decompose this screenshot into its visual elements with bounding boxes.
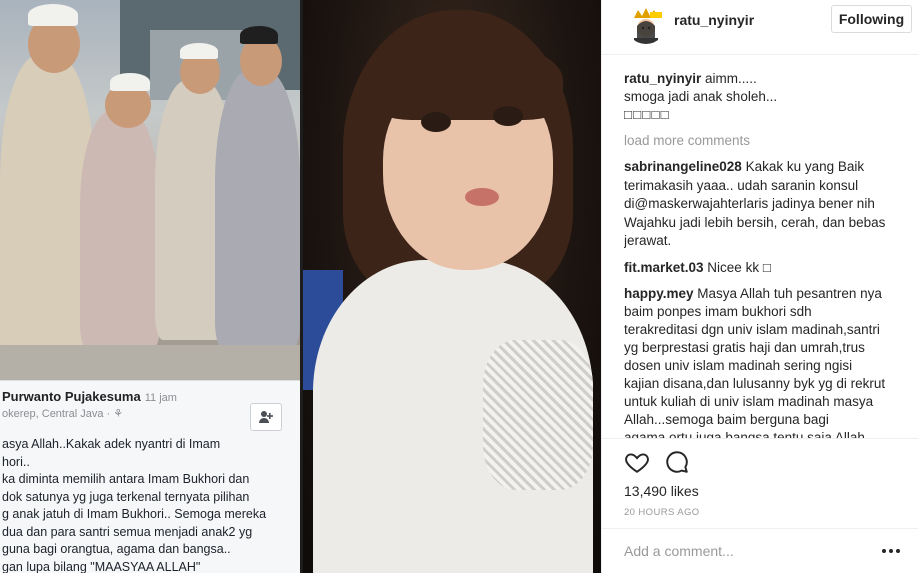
caption-username[interactable]: ratu_nyinyir	[624, 71, 701, 86]
load-more-comments-link[interactable]: load more comments	[624, 132, 912, 150]
comment-text: terakreditasi dgn univ islam madinah,san…	[624, 321, 880, 337]
post-sidebar: ratu_nyinyir Following ratu_nyinyir aimm…	[601, 0, 918, 573]
caption-text: smoga jadi anak sholeh...	[624, 89, 778, 104]
embedded-post-text-line: dua dan para santri semua menjadi anak2 …	[2, 524, 253, 539]
comment-item: fit.market.03 Nicee kk □	[624, 259, 912, 277]
comment-text: di@maskerwajahterlaris jadinya bener nih	[624, 196, 875, 212]
comment-text: jerawat.	[624, 233, 672, 249]
embedded-post-text-line: g anak jatuh di Imam Bukhori.. Semoga me…	[2, 507, 267, 521]
add-comment-input[interactable]	[624, 543, 864, 559]
profile-avatar-icon[interactable]	[626, 4, 666, 44]
embedded-facebook-post: Purwanto Pujakesuma 11 jam okerep, Centra…	[0, 0, 300, 573]
add-friend-icon	[250, 403, 282, 431]
caption-text: aimm.....	[701, 71, 757, 86]
embedded-post-text-line: dok satunya yg juga terkenal ternyata pi…	[2, 489, 250, 504]
more-options-icon[interactable]	[878, 539, 904, 563]
comment-item: happy.mey Masya Allah tuh pesantren nya …	[624, 285, 912, 438]
post-caption: ratu_nyinyir aimm..... smoga jadi anak s…	[624, 70, 912, 124]
comment-text: baim ponpes imam bukhori sdh	[624, 303, 812, 319]
caption-emoji: □□□□□	[624, 107, 670, 122]
comment-text: kajian disana,dan lulusanny byk yg di re…	[624, 375, 886, 391]
comments-section: ratu_nyinyir aimm..... smoga jadi anak s…	[624, 70, 912, 438]
comment-icon[interactable]	[664, 449, 690, 475]
comment-text: untuk kuliah di univ islam madinah masya	[624, 393, 874, 409]
post-username[interactable]: ratu_nyinyir	[674, 12, 754, 28]
comment-text: yg berprestasi gratis haji dan umrah,tru…	[624, 339, 865, 355]
embedded-post-text: asya Allah..Kakak adek nyantri di Imam h…	[0, 436, 300, 573]
comment-text: Kakak ku yang Baik	[741, 159, 865, 174]
comment-item: sabrinangeline028 Kakak ku yang Baik ter…	[624, 158, 912, 251]
comment-text: agama,ortu,juga bangsa tentu saja Allah	[624, 429, 865, 438]
comment-text: Masya Allah tuh pesantren nya	[693, 285, 882, 301]
comment-username[interactable]: happy.mey	[624, 286, 694, 301]
post-actions: 13,490 likes 20 HOURS AGO	[602, 438, 918, 528]
group-photo	[0, 0, 300, 380]
comment-text: Allah...semoga baim berguna bagi	[624, 411, 829, 427]
comment-text: Wajahku jadi lebih bersih, cerah, dan be…	[624, 214, 886, 230]
embedded-post-time: 11 jam	[144, 392, 177, 404]
likes-count[interactable]: 13,490 likes	[624, 483, 699, 499]
comment-username[interactable]: sabrinangeline028	[624, 159, 742, 174]
heart-icon[interactable]	[624, 449, 650, 475]
following-button[interactable]: Following	[831, 5, 912, 33]
embedded-post-text-line: ka diminta memilih antara Imam Bukhori d…	[2, 472, 250, 486]
embedded-post-author: Purwanto Pujakesuma 11 jam	[2, 389, 177, 404]
embedded-post-text-line: gan lupa bilang "MAASYAA ALLAH"	[2, 559, 201, 573]
embedded-post-author-name: Purwanto Pujakesuma	[2, 389, 141, 404]
embedded-post-location: okerep, Central Java · ⚘	[2, 408, 124, 420]
comment-text: terimakasih yaaa.. udah saranin konsul	[624, 177, 859, 193]
embedded-post-text-line: hori..	[2, 454, 30, 469]
add-comment-bar	[602, 528, 918, 573]
post-image: Purwanto Pujakesuma 11 jam okerep, Centra…	[0, 0, 601, 573]
child-photo	[303, 0, 601, 573]
post-timestamp[interactable]: 20 HOURS AGO	[624, 507, 700, 518]
comment-text: dosen univ islam madinah sering ngisi	[624, 357, 853, 373]
embedded-post-header: Purwanto Pujakesuma 11 jam okerep, Centra…	[0, 380, 300, 436]
comment-text: Nicee kk □	[703, 259, 771, 275]
comment-username[interactable]: fit.market.03	[624, 260, 704, 275]
embedded-post-text-line: guna bagi orangtua, agama dan bangsa..	[2, 542, 231, 556]
embedded-post-text-line: asya Allah..Kakak adek nyantri di Imam	[2, 437, 221, 451]
post-header: ratu_nyinyir Following	[602, 0, 918, 55]
